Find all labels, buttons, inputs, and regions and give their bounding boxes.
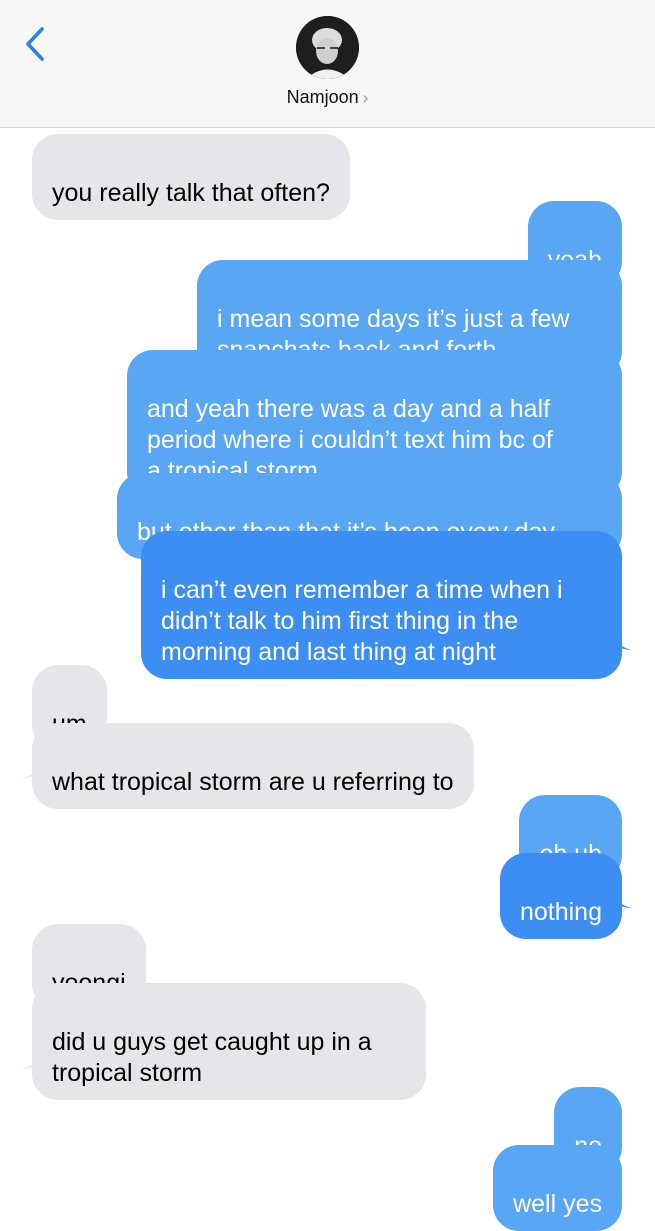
outgoing-bubble-tail [612, 888, 632, 908]
message-text: did u guys get caught up in a tropical s… [52, 1028, 372, 1087]
contact-name: Namjoon [286, 87, 359, 107]
chevron-right-icon: › [362, 88, 369, 107]
message-bubble-incoming[interactable]: did u guys get caught up in a tropical s… [32, 983, 426, 1100]
incoming-bubble-tail [22, 1049, 42, 1069]
message-bubble-incoming[interactable]: what tropical storm are u referring to [32, 723, 474, 809]
message-bubble-outgoing[interactable]: well yes [493, 1145, 622, 1231]
back-chevron-icon[interactable] [22, 26, 52, 62]
message-text: well yes [513, 1190, 602, 1218]
message-text: what tropical storm are u referring to [52, 768, 454, 796]
message-bubble-outgoing[interactable]: nothing [499, 853, 622, 939]
incoming-bubble-tail [22, 758, 42, 778]
message-bubble-incoming[interactable]: you really talk that often? [32, 134, 350, 220]
message-text: i can’t even remember a time when i didn… [161, 576, 563, 666]
contact-name-button[interactable]: Namjoon › [0, 87, 655, 108]
conversation-header: Namjoon › [0, 0, 655, 128]
message-text: you really talk that often? [52, 179, 330, 207]
message-text: nothing [519, 898, 602, 926]
message-text: and yeah there was a day and a half peri… [147, 395, 553, 485]
outgoing-bubble-tail [612, 630, 632, 650]
contact-avatar[interactable] [296, 16, 359, 79]
message-bubble-outgoing[interactable]: i can’t even remember a time when i didn… [141, 531, 622, 679]
